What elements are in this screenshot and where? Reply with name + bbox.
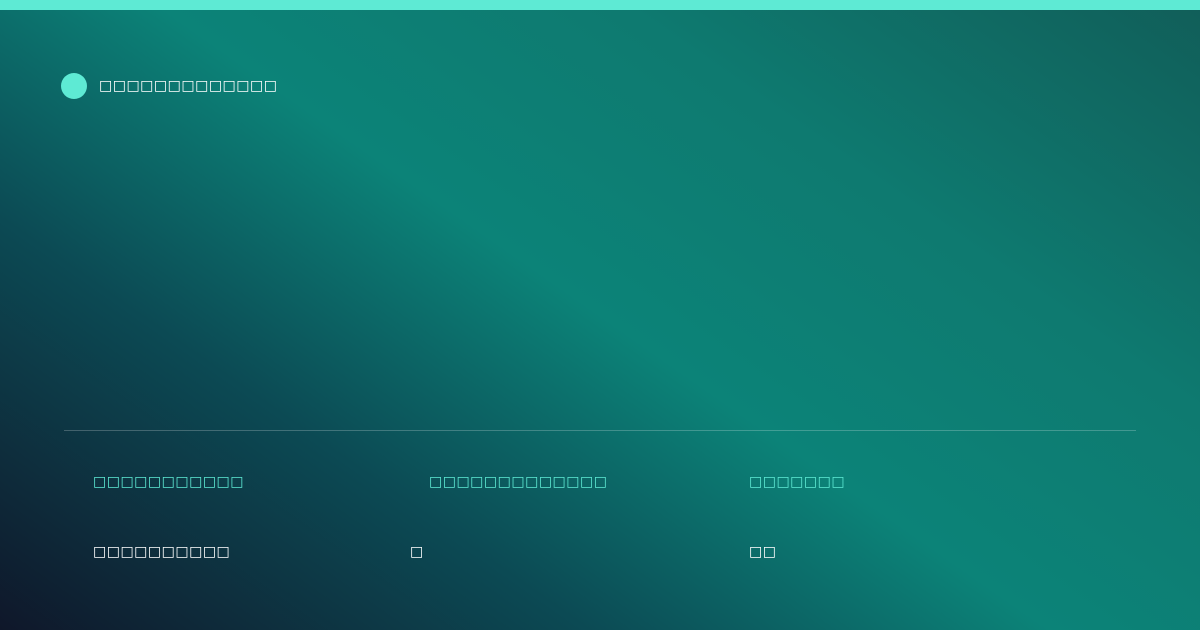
divider-line xyxy=(64,430,1136,431)
stat-label-3: □□□□□□□ xyxy=(749,474,846,490)
brand-name: □□□□□□□□□□□□□ xyxy=(99,78,278,94)
brand: □□□□□□□□□□□□□ xyxy=(61,73,277,99)
accent-top-bar xyxy=(0,0,1200,10)
stat-value-2: □ xyxy=(410,544,424,560)
stat-value-1: □□□□□□□□□□ xyxy=(93,544,231,560)
stat-value-3: □□ xyxy=(749,544,777,560)
share-card: □□□□□□□□□□□□□ □□□□□□□□□□□ □□□□□□□□□□□□□ … xyxy=(0,0,1200,630)
brand-logo-dot xyxy=(61,73,87,99)
stat-label-2: □□□□□□□□□□□□□ xyxy=(429,474,608,490)
stat-label-1: □□□□□□□□□□□ xyxy=(93,474,245,490)
